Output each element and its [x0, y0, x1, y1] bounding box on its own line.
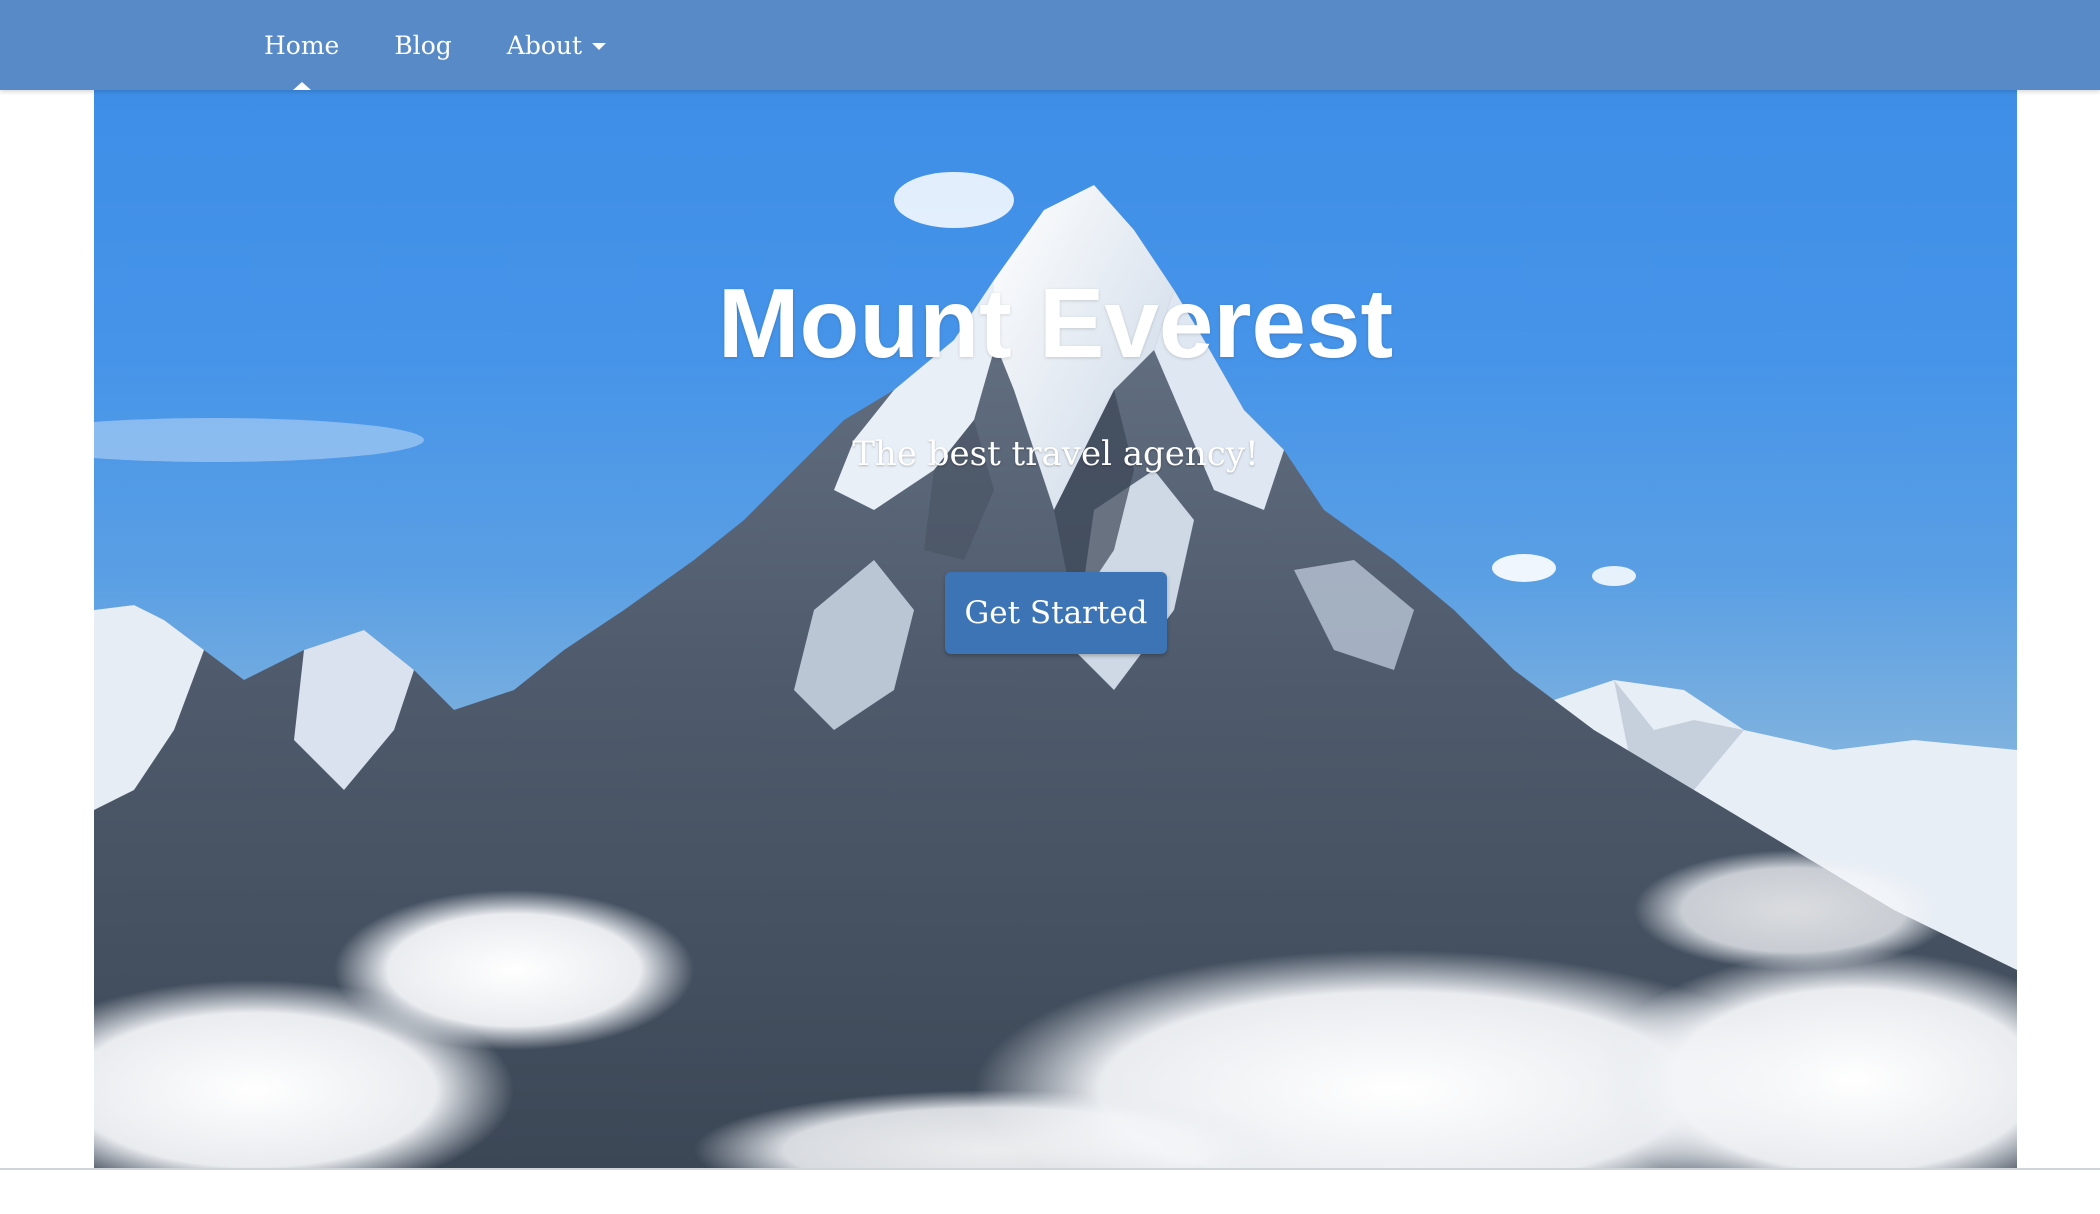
hero-banner: Mount Everest The best travel agency! Ge…: [94, 90, 2017, 1168]
hero-subtitle: The best travel agency!: [852, 434, 1259, 474]
nav-item-blog[interactable]: Blog: [394, 0, 451, 90]
nav-item-home-label: Home: [264, 30, 340, 60]
nav-item-about[interactable]: About: [506, 0, 607, 90]
nav-item-about-label: About: [506, 30, 583, 60]
navbar: Home Blog About: [0, 0, 2100, 90]
divider: [0, 1168, 2100, 1170]
nav-menu: Home Blog About: [264, 0, 661, 90]
chevron-down-icon: [592, 43, 607, 50]
get-started-button[interactable]: Get Started: [945, 572, 1167, 654]
nav-item-home[interactable]: Home: [264, 0, 339, 90]
hero-title: Mount Everest: [717, 268, 1394, 378]
nav-item-blog-label: Blog: [394, 30, 452, 60]
